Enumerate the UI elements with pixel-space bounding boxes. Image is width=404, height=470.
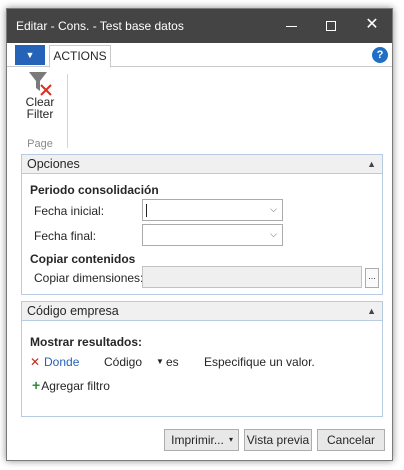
close-icon: ✕ <box>365 16 379 33</box>
period-group-title: Periodo consolidación <box>30 183 159 197</box>
chevron-down-icon[interactable]: ⌵ <box>270 204 277 215</box>
add-icon: + <box>32 377 41 393</box>
minimize-icon <box>286 26 297 27</box>
tab-actions[interactable]: ACTIONS <box>49 45 111 68</box>
ribbon-group-label: Page <box>27 138 53 150</box>
company-code-header[interactable]: Código empresa ▲ <box>21 301 383 321</box>
print-button-label: Imprimir... <box>171 433 224 447</box>
options-header[interactable]: Opciones ▲ <box>21 154 383 174</box>
chevron-down-icon[interactable]: ⌵ <box>270 229 277 240</box>
clear-filter-button[interactable]: Clear Filter <box>19 68 61 138</box>
maximize-icon <box>326 21 336 31</box>
show-results-title: Mostrar resultados: <box>30 335 143 349</box>
collapse-icon: ▲ <box>367 159 376 169</box>
collapse-icon: ▲ <box>367 306 376 316</box>
add-filter-link[interactable]: +Agregar filtro <box>32 377 110 393</box>
fecha-final-label: Fecha final: <box>34 229 97 243</box>
app-menu-button[interactable]: ▼ <box>15 45 45 65</box>
filter-where-label: Donde <box>44 355 80 369</box>
close-button[interactable]: ✕ <box>352 9 392 43</box>
options-body: Periodo consolidación Fecha inicial: ⌵ F… <box>21 174 383 295</box>
clear-filter-label-2: Filter <box>26 107 54 121</box>
fecha-final-input[interactable]: ⌵ <box>142 224 283 246</box>
preview-button[interactable]: Vista previa <box>244 429 312 451</box>
print-button[interactable]: Imprimir... ▾ <box>164 429 239 451</box>
cancel-button[interactable]: Cancelar <box>317 429 385 451</box>
text-cursor <box>146 204 147 217</box>
fecha-inicial-label: Fecha inicial: <box>34 204 105 218</box>
clear-filter-icon <box>29 72 52 96</box>
filter-field-select[interactable]: Código <box>104 355 142 369</box>
copy-group-title: Copiar contenidos <box>30 252 136 266</box>
chevron-down-icon: ▼ <box>25 50 35 60</box>
fecha-inicial-input[interactable]: ⌵ <box>142 199 283 221</box>
company-code-header-label: Código empresa <box>27 304 119 318</box>
company-code-body: Mostrar resultados: ✕ Donde Código ▼ es … <box>21 321 383 417</box>
filter-row: ✕ Donde Código ▼ es Especifique un valor… <box>30 355 330 371</box>
filter-value-input[interactable]: Especifique un valor. <box>204 355 315 369</box>
maximize-button[interactable] <box>312 9 352 43</box>
title-bar[interactable]: Editar - Cons. - Test base datos ✕ <box>7 9 392 43</box>
dropdown-arrow-icon[interactable]: ▼ <box>156 357 164 366</box>
lookup-button[interactable]: ... <box>365 268 379 288</box>
copiar-dimensiones-label: Copiar dimensiones: <box>34 271 144 285</box>
filter-operator: es <box>166 355 179 369</box>
ribbon-group-divider <box>67 74 68 148</box>
ribbon-panel: Clear Filter Page <box>7 68 392 155</box>
dialog-window: Editar - Cons. - Test base datos ✕ ▼ ACT… <box>6 8 393 461</box>
help-icon[interactable]: ? <box>372 47 388 63</box>
copiar-dimensiones-input <box>142 266 362 288</box>
options-header-label: Opciones <box>27 157 80 171</box>
window-title: Editar - Cons. - Test base datos <box>16 19 184 33</box>
minimize-button[interactable] <box>272 9 312 43</box>
remove-filter-icon[interactable]: ✕ <box>30 355 40 369</box>
add-filter-label: Agregar filtro <box>41 379 110 393</box>
split-arrow-icon[interactable]: ▾ <box>229 430 233 450</box>
ribbon-tab-strip: ▼ ACTIONS ? <box>7 43 392 68</box>
